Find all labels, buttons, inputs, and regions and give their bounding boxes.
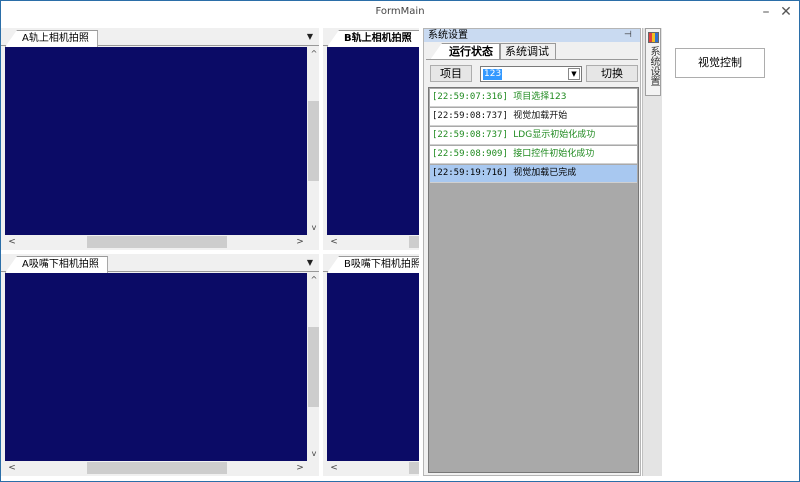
form-main-window: FormMain – ✕ A轨上相机拍照 ▼ ^ v < > B轨上相机拍照 < xyxy=(0,0,800,482)
scroll-left-icon[interactable]: < xyxy=(327,461,341,475)
side-tab-system-settings[interactable]: 系统设置 xyxy=(645,28,661,96)
camera-pane-b-nozzle: B吸嘴下相机拍照 < xyxy=(323,254,419,476)
tab-run-status[interactable]: 运行状态 xyxy=(430,43,500,60)
log-message: 项目选择123 xyxy=(513,92,567,102)
camera-pane-a-nozzle: A吸嘴下相机拍照 ▼ ^ v < > xyxy=(1,254,319,476)
log-time: [22:59:08:909] xyxy=(432,149,508,159)
chevron-down-icon[interactable]: ▼ xyxy=(305,258,315,268)
horizontal-scrollbar[interactable]: < > xyxy=(5,461,307,475)
camera-tab-bar: A吸嘴下相机拍照 ▼ xyxy=(1,254,319,273)
pin-icon[interactable]: ⊣ xyxy=(624,29,632,42)
scroll-thumb[interactable] xyxy=(87,236,227,248)
log-row-selected[interactable]: [22:59:19:716] 视觉加载已完成 xyxy=(430,165,637,183)
camera-tab-bar: B轨上相机拍照 xyxy=(323,28,419,47)
scroll-left-icon[interactable]: < xyxy=(327,235,341,249)
panel-header: 系统设置 ⊣ xyxy=(424,29,640,42)
project-select-value: 123 xyxy=(483,69,503,80)
camera-view-a-rail[interactable] xyxy=(5,47,307,235)
color-bars-icon xyxy=(648,32,659,43)
minimize-button[interactable]: – xyxy=(757,3,775,21)
scroll-down-icon[interactable]: v xyxy=(307,447,319,461)
camera-tab-bar: B吸嘴下相机拍照 xyxy=(323,254,419,273)
log-time: [22:59:19:716] xyxy=(432,168,508,178)
camera-view-b-nozzle[interactable] xyxy=(327,273,419,461)
panel-title: 系统设置 xyxy=(428,30,468,41)
tab-a-nozzle-camera[interactable]: A吸嘴下相机拍照 xyxy=(5,256,108,273)
horizontal-scrollbar[interactable]: < xyxy=(327,235,419,249)
camera-view-a-nozzle[interactable] xyxy=(5,273,307,461)
scroll-right-icon[interactable]: > xyxy=(293,461,307,475)
project-button[interactable]: 项目 xyxy=(430,65,472,82)
log-row[interactable]: [22:59:08:737] LDG显示初始化成功 xyxy=(430,127,637,145)
tab-system-debug[interactable]: 系统调试 xyxy=(500,43,556,60)
scroll-right-icon[interactable]: > xyxy=(293,235,307,249)
tab-a-rail-camera[interactable]: A轨上相机拍照 xyxy=(5,30,98,47)
log-message: 接口控件初始化成功 xyxy=(513,149,595,159)
camera-pane-a-rail: A轨上相机拍照 ▼ ^ v < > xyxy=(1,28,319,250)
log-time: [22:59:07:316] xyxy=(432,92,508,102)
vertical-scrollbar[interactable]: ^ v xyxy=(307,273,319,461)
log-list[interactable]: [22:59:07:316] 项目选择123 [22:59:08:737] 视觉… xyxy=(428,87,639,473)
scroll-down-icon[interactable]: v xyxy=(307,221,319,235)
dock-side-strip: 系统设置 xyxy=(642,28,662,476)
scroll-thumb[interactable] xyxy=(409,462,419,474)
tab-b-rail-camera[interactable]: B轨上相机拍照 xyxy=(327,30,419,47)
project-select[interactable]: 123 ▼ xyxy=(480,66,582,82)
side-tab-label: 系统设置 xyxy=(648,46,659,86)
scroll-up-icon[interactable]: ^ xyxy=(307,47,319,61)
log-row[interactable]: [22:59:08:909] 接口控件初始化成功 xyxy=(430,146,637,164)
log-row[interactable]: [22:59:07:316] 项目选择123 xyxy=(430,89,637,107)
scroll-left-icon[interactable]: < xyxy=(5,235,19,249)
log-time: [22:59:08:737] xyxy=(432,130,508,140)
camera-tab-bar: A轨上相机拍照 ▼ xyxy=(1,28,319,47)
horizontal-scrollbar[interactable]: < xyxy=(327,461,419,475)
log-time: [22:59:08:737] xyxy=(432,111,508,121)
camera-pane-b-rail: B轨上相机拍照 < xyxy=(323,28,419,250)
log-message: LDG显示初始化成功 xyxy=(513,130,596,140)
log-message: 视觉加载已完成 xyxy=(513,168,577,178)
horizontal-scrollbar[interactable]: < > xyxy=(5,235,307,249)
tab-b-nozzle-camera[interactable]: B吸嘴下相机拍照 xyxy=(327,256,419,273)
scroll-thumb[interactable] xyxy=(308,327,319,407)
vision-control-button[interactable]: 视觉控制 xyxy=(675,48,765,78)
log-message: 视觉加载开始 xyxy=(513,111,568,121)
tab-divider xyxy=(426,59,638,60)
chevron-down-icon[interactable]: ▼ xyxy=(305,32,315,42)
scroll-thumb[interactable] xyxy=(87,462,227,474)
scroll-up-icon[interactable]: ^ xyxy=(307,273,319,287)
chevron-down-icon[interactable]: ▼ xyxy=(568,68,580,80)
close-button[interactable]: ✕ xyxy=(777,3,795,21)
scroll-left-icon[interactable]: < xyxy=(5,461,19,475)
switch-button[interactable]: 切换 xyxy=(586,65,638,82)
log-row[interactable]: [22:59:08:737] 视觉加载开始 xyxy=(430,108,637,126)
scroll-thumb[interactable] xyxy=(409,236,419,248)
system-settings-panel: 系统设置 ⊣ 运行状态 系统调试 项目 123 ▼ 切换 [22:59:07:3… xyxy=(423,28,641,476)
window-title: FormMain xyxy=(375,6,425,17)
camera-view-b-rail[interactable] xyxy=(327,47,419,235)
vertical-scrollbar[interactable]: ^ v xyxy=(307,47,319,235)
title-bar: FormMain – ✕ xyxy=(1,1,799,23)
scroll-thumb[interactable] xyxy=(308,101,319,181)
